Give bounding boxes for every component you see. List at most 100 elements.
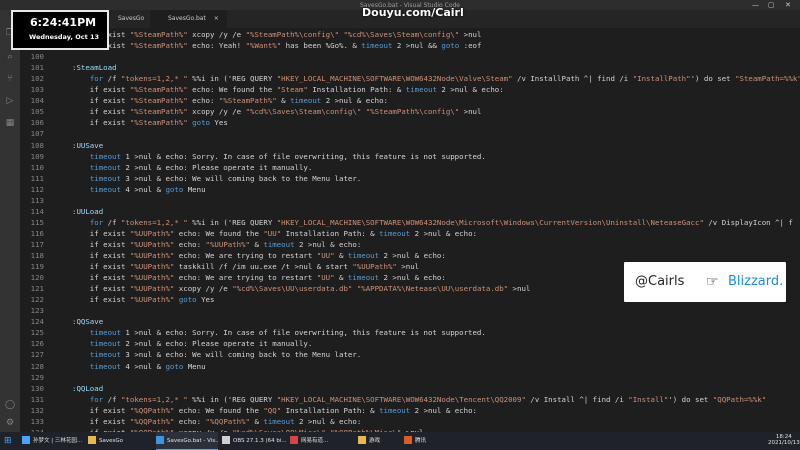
- code-line[interactable]: 104 if exist "%SteamPath%" echo: "%Steam…: [20, 95, 800, 106]
- clock-overlay: 6:24:41PM Wednesday, Oct 13: [11, 10, 109, 50]
- code-line[interactable]: 130:QQLoad: [20, 383, 800, 394]
- code-token: if exist: [72, 416, 130, 426]
- code-token: :UUSave: [72, 140, 104, 150]
- settings-icon[interactable]: ⚙: [5, 418, 15, 428]
- code-token: >nul: [508, 284, 531, 294]
- line-number: 129: [30, 372, 44, 382]
- code-line[interactable]: 100: [20, 51, 800, 62]
- code-editor[interactable]: if exist "%SteamPath%" xcopy /y /e "%Ste…: [20, 28, 800, 432]
- code-token: timeout: [347, 251, 380, 260]
- code-token: "QQPath=%%k": [712, 394, 767, 404]
- code-line[interactable]: 112 timeout 4 >nul & goto Menu: [20, 184, 800, 195]
- code-text: if exist "%UUPath%" echo: "%UUPath%" & t…: [72, 239, 361, 250]
- code-line[interactable]: 115 for /f "tokens=1,2,* " %%i in ('REG …: [20, 217, 800, 228]
- code-line[interactable]: 108 :UUSave: [20, 140, 800, 151]
- code-token: "%SteamPath%": [218, 96, 277, 106]
- extensions-icon[interactable]: ▦: [5, 118, 15, 128]
- taskbar-item[interactable]: SavesGo.bat - Vis...: [156, 432, 218, 450]
- code-token: timeout: [361, 41, 393, 51]
- code-token: timeout: [89, 184, 121, 194]
- account-icon[interactable]: ◯: [5, 400, 15, 410]
- taskbar-item[interactable]: 孙梦文 | 三林花园...: [22, 432, 86, 450]
- taskbar-item[interactable]: SavesGo: [88, 432, 150, 450]
- maximize-button[interactable]: ▢: [768, 1, 775, 9]
- code-text: if exist "%SteamPath%" xcopy /y /e "%cd%…: [72, 106, 482, 117]
- code-token: "UU": [316, 251, 335, 260]
- code-line[interactable]: 110 timeout 2 >nul & echo: Please operat…: [20, 162, 800, 173]
- line-number: 113: [30, 195, 44, 205]
- line-number: 125: [30, 328, 44, 338]
- line-number: 132: [30, 405, 44, 415]
- code-token: 2 >nul &&: [392, 41, 442, 51]
- tray-clock[interactable]: 18:24 2021/10/13: [768, 434, 800, 446]
- code-line[interactable]: 124:QQSave: [20, 316, 800, 327]
- code-token: 2 >nul & echo:: [321, 96, 388, 106]
- code-token: if exist: [72, 85, 130, 95]
- code-token: "%APPDATA%\Netease\UU\userdata.db": [356, 284, 509, 294]
- code-line[interactable]: 102 for /f "tokens=1,2,* " %%i in ('REG …: [20, 73, 800, 84]
- code-line[interactable]: 114:UULoad: [20, 206, 800, 217]
- code-token: /f: [103, 394, 121, 404]
- code-line[interactable]: 107: [20, 128, 800, 139]
- taskbar-item[interactable]: OBS 27.1.3 (64 bi...: [222, 432, 286, 450]
- code-line[interactable]: 118 if exist "%UUPath%" echo: We are try…: [20, 250, 800, 261]
- line-number: 100: [30, 52, 44, 62]
- code-line[interactable]: 109 timeout 1 >nul & echo: Sorry. In cas…: [20, 151, 800, 162]
- close-button[interactable]: ✕: [785, 1, 791, 9]
- run-icon[interactable]: ▷: [5, 96, 15, 106]
- code-line[interactable]: 103 if exist "%SteamPath%" echo: We foun…: [20, 84, 800, 95]
- code-token: 1 >nul & echo: Sorry. In case of file ov…: [120, 328, 486, 338]
- code-line[interactable]: 131 for /f "tokens=1,2,* " %%i in ('REG …: [20, 394, 800, 405]
- code-token: "Install": [628, 394, 669, 404]
- code-text: if exist "%UUPath%" taskkill /f /im uu.e…: [72, 261, 419, 272]
- taskbar-item-label: 孙梦文 | 三林花园...: [33, 438, 83, 444]
- code-token: if exist: [72, 239, 130, 249]
- code-line[interactable]: if exist "%SteamPath%" xcopy /y /e "%Ste…: [20, 29, 800, 40]
- code-line[interactable]: 127 timeout 3 >nul & echo: We will comin…: [20, 349, 800, 360]
- code-text: if exist "%QQPath%" echo: We found the "…: [72, 405, 477, 416]
- code-line[interactable]: 125 timeout 1 >nul & echo: Sorry. In cas…: [20, 327, 800, 338]
- start-icon[interactable]: ⊞: [4, 436, 14, 446]
- code-line[interactable]: 113: [20, 195, 800, 206]
- minimize-button[interactable]: —: [752, 1, 759, 9]
- code-token: for: [89, 394, 104, 404]
- code-token: >nul: [459, 107, 482, 117]
- code-line[interactable]: 128 timeout 4 >nul & goto Menu: [20, 361, 800, 372]
- code-line[interactable]: 116 if exist "%UUPath%" echo: We found t…: [20, 228, 800, 239]
- code-line[interactable]: 133 if exist "%QQPath%" echo: "%QQPath%"…: [20, 416, 800, 427]
- streamer-badge: @Cairls ☞ Blizzard.: [624, 262, 786, 302]
- code-text: if exist "%UUPath%" echo: We are trying …: [72, 272, 446, 283]
- code-token: "UU": [316, 273, 335, 283]
- search-icon[interactable]: ⌕: [5, 52, 15, 62]
- tab-label: SavesGo.bat: [168, 15, 206, 22]
- code-line[interactable]: 101:SteamLoad: [20, 62, 800, 73]
- code-token: >nul: [459, 30, 482, 39]
- taskbar-item[interactable]: 网易有道...: [290, 432, 354, 450]
- taskbar-item[interactable]: 腾讯: [404, 432, 444, 450]
- code-token: :SteamLoad: [72, 63, 117, 73]
- line-number: 123: [30, 306, 44, 316]
- taskbar-item[interactable]: 游戏: [358, 432, 400, 450]
- code-token: if exist: [72, 405, 130, 415]
- code-line[interactable]: 105 if exist "%SteamPath%" xcopy /y /e "…: [20, 106, 800, 117]
- code-token: &: [250, 239, 264, 249]
- line-number: 120: [30, 273, 44, 283]
- code-line[interactable]: 126 timeout 2 >nul & echo: Please operat…: [20, 338, 800, 349]
- code-line[interactable]: 106 if exist "%SteamPath%" goto Yes: [20, 117, 800, 128]
- code-token: :QQLoad: [72, 383, 104, 393]
- tab-savesgo-bat[interactable]: SavesGo.bat ×: [150, 10, 227, 28]
- code-line[interactable]: 117 if exist "%UUPath%" echo: "%UUPath%"…: [20, 239, 800, 250]
- code-line[interactable]: 111 timeout 3 >nul & echo: We will comin…: [20, 173, 800, 184]
- source-control-icon[interactable]: ⑂: [5, 74, 15, 84]
- code-line[interactable]: 129: [20, 372, 800, 383]
- code-token: %%i in ('REG QUERY: [187, 217, 277, 227]
- code-line[interactable]: 132 if exist "%QQPath%" echo: We found t…: [20, 405, 800, 416]
- code-token: "%SteamPath%": [129, 118, 188, 128]
- code-line[interactable]: if exist "%SteamPath%" echo: Yeah! "%Wan…: [20, 40, 800, 51]
- code-line[interactable]: 123: [20, 305, 800, 316]
- code-token: if exist: [72, 228, 130, 238]
- close-icon[interactable]: ×: [214, 15, 219, 22]
- line-number: 108: [30, 140, 44, 150]
- code-token: /v InstallPath ^| find /i: [512, 74, 633, 84]
